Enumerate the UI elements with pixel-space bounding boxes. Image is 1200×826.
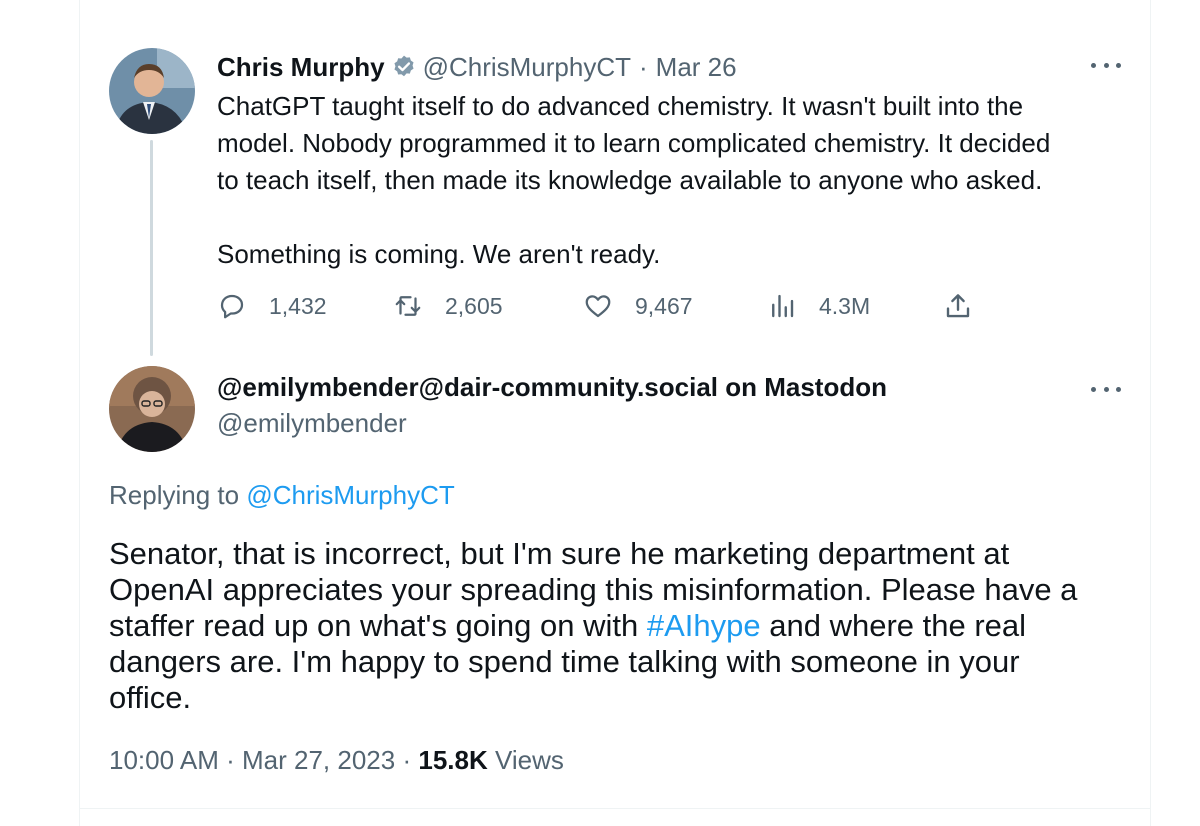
emily-bender-avatar[interactable] xyxy=(109,366,195,452)
retweet-count: 2,605 xyxy=(445,292,503,319)
chris-murphy-avatar[interactable] xyxy=(109,48,195,134)
tweet-text-line: ChatGPT taught itself to do advanced che… xyxy=(217,91,1024,121)
hashtag-link[interactable]: #AIhype xyxy=(647,608,761,643)
retweet-button[interactable]: 2,605 xyxy=(393,288,503,324)
like-button[interactable]: 9,467 xyxy=(583,288,693,324)
original-tweet-text: ChatGPT taught itself to do advanced che… xyxy=(217,88,1117,273)
replying-to-line: Replying to @ChrisMurphyCT xyxy=(109,480,455,511)
reply-author-handle[interactable]: @emilymbender xyxy=(217,408,407,439)
views-total[interactable]: 15.8K xyxy=(418,745,487,775)
reply-count: 1,432 xyxy=(269,292,327,319)
bottom-divider xyxy=(80,808,1150,809)
timeline-right-border xyxy=(1150,0,1151,826)
meta-separator: · xyxy=(402,745,412,775)
header-separator: · xyxy=(639,51,648,82)
share-button[interactable] xyxy=(943,288,995,324)
meta-separator: · xyxy=(226,745,235,775)
views-count: 4.3M xyxy=(819,292,871,319)
verified-badge-icon xyxy=(391,54,417,80)
heart-icon xyxy=(585,295,611,318)
more-options-icon[interactable] xyxy=(1091,384,1121,394)
timeline-left-border xyxy=(79,0,80,826)
reply-icon xyxy=(220,294,244,319)
reply-author-name[interactable]: @emilymbender@dair-community.social on M… xyxy=(217,372,887,403)
reply-text-line: staffer read up on what's going on with xyxy=(109,608,647,643)
reply-button[interactable]: 1,432 xyxy=(217,288,327,324)
reply-text-line: and where the real xyxy=(760,608,1027,643)
reply-text-line: office. xyxy=(109,680,192,715)
tweet-time[interactable]: 10:00 AM xyxy=(109,745,219,775)
views-label: Views xyxy=(494,745,564,775)
tweet-text-second-paragraph: Something is coming. We aren't ready. xyxy=(217,239,661,269)
like-count: 9,467 xyxy=(635,292,693,319)
reply-tweet-text: Senator, that is incorrect, but I'm sure… xyxy=(109,536,1109,716)
replying-to-label: Replying to xyxy=(109,480,240,510)
tweet-action-bar: 1,432 2,605 9,467 4.3M xyxy=(217,288,997,324)
views-button[interactable]: 4.3M xyxy=(767,288,870,324)
analytics-icon xyxy=(772,294,794,318)
reply-text-line: Senator, that is incorrect, but I'm sure… xyxy=(109,536,1010,571)
share-icon xyxy=(946,294,970,318)
tweet-date[interactable]: Mar 26 xyxy=(656,52,737,83)
author-handle[interactable]: @ChrisMurphyCT xyxy=(423,52,631,83)
tweet-text-line: to teach itself, then made its knowledge… xyxy=(217,165,1043,195)
thread-connector-line xyxy=(150,140,153,356)
replying-to-handle-link[interactable]: @ChrisMurphyCT xyxy=(246,480,454,510)
retweet-icon xyxy=(395,296,421,316)
more-options-icon[interactable] xyxy=(1091,60,1121,70)
tweet-full-date[interactable]: Mar 27, 2023 xyxy=(242,745,395,775)
tweet-meta: 10:00 AM · Mar 27, 2023 · 15.8K Views xyxy=(109,745,564,776)
author-name[interactable]: Chris Murphy xyxy=(217,52,385,83)
reply-text-line: OpenAI appreciates your spreading this m… xyxy=(109,572,1078,607)
tweet-text-line: model. Nobody programmed it to learn com… xyxy=(217,128,1051,158)
reply-text-line: dangers are. I'm happy to spend time tal… xyxy=(109,644,1020,679)
original-tweet-header: Chris Murphy @ChrisMurphyCT · Mar 26 xyxy=(217,50,737,84)
